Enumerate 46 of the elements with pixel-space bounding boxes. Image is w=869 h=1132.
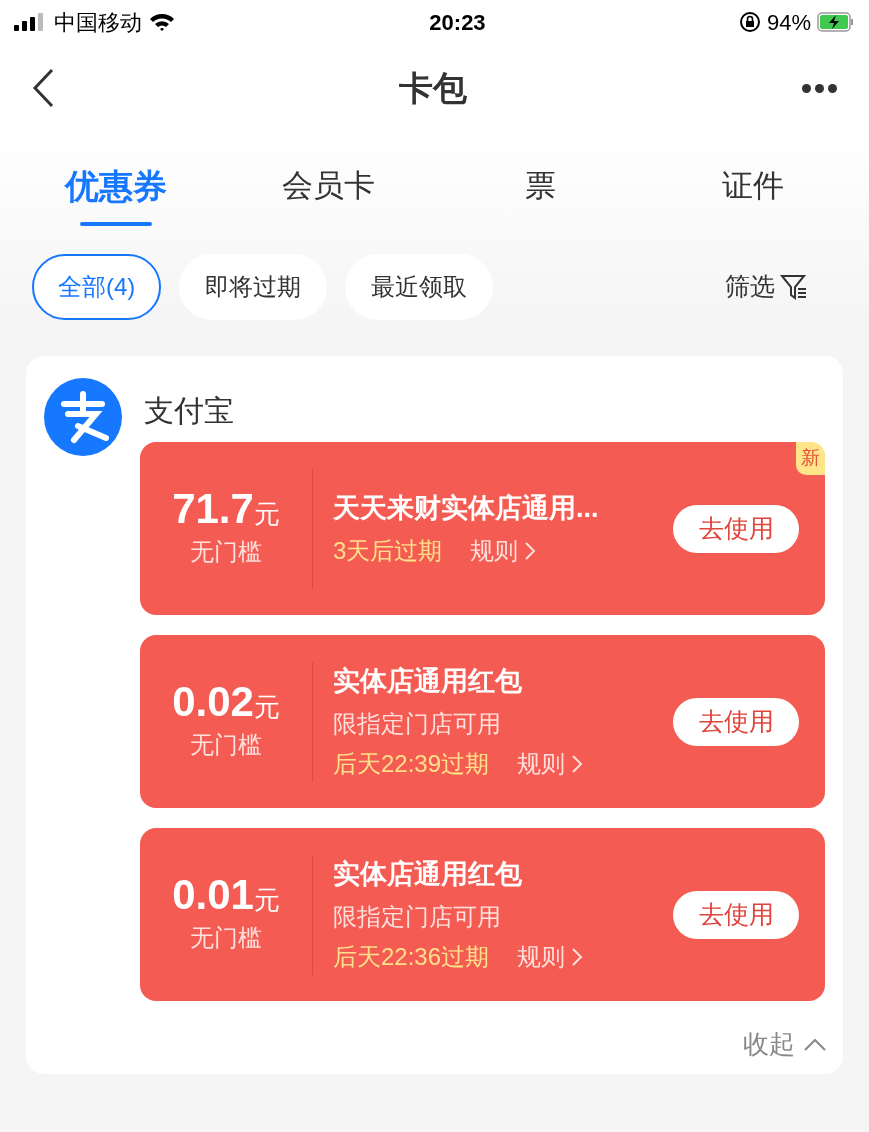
- clock-time: 20:23: [429, 8, 486, 37]
- coupon-threshold: 无门槛: [190, 536, 262, 567]
- amount-unit: 元: [253, 883, 280, 917]
- coupon-amount: 0.01: [172, 873, 254, 916]
- battery-percent: 94%: [766, 8, 811, 37]
- filter-chip[interactable]: 即将过期: [179, 254, 328, 320]
- filter-chip[interactable]: 最近领取: [345, 254, 494, 320]
- filter-button[interactable]: 筛选: [725, 268, 837, 306]
- coupon-title: 实体店通用红包: [333, 665, 523, 699]
- rules-link[interactable]: 规则: [517, 938, 584, 975]
- tab[interactable]: 优惠券: [10, 160, 223, 226]
- new-badge: 新: [796, 442, 825, 475]
- coupon-amount: 0.02: [172, 680, 254, 723]
- coupon-condition: 限指定门店可用: [333, 708, 502, 739]
- collapse-button[interactable]: 收起: [743, 1025, 827, 1064]
- chevron-up-icon: [803, 1037, 827, 1052]
- expiry-text: 后天22:39过期: [333, 748, 490, 779]
- use-button[interactable]: 去使用: [673, 697, 799, 746]
- coupon-amount: 71.7: [172, 487, 254, 530]
- chevron-right-icon: [524, 540, 537, 561]
- page-title: 卡包: [398, 67, 467, 109]
- filter-chip[interactable]: 全部(4): [32, 254, 162, 320]
- coupon-title: 实体店通用红包: [333, 858, 523, 892]
- filter-icon: [779, 272, 809, 302]
- tab[interactable]: 证件: [646, 160, 859, 226]
- expiry-text: 后天22:36过期: [333, 941, 490, 972]
- use-button[interactable]: 去使用: [673, 890, 799, 939]
- amount-unit: 元: [253, 497, 280, 531]
- coupon-threshold: 无门槛: [190, 729, 262, 760]
- carrier-name: 中国移动: [54, 8, 142, 37]
- expiry-text: 3天后过期: [333, 535, 443, 566]
- chevron-right-icon: [571, 753, 584, 774]
- chevron-right-icon: [571, 946, 584, 967]
- merchant-name: 支付宝: [144, 392, 234, 429]
- rules-link[interactable]: 规则: [470, 532, 537, 569]
- tab[interactable]: 会员卡: [222, 160, 435, 226]
- wifi-icon: [148, 12, 176, 32]
- rotation-lock-icon: [738, 11, 761, 33]
- coupon-threshold: 无门槛: [190, 922, 262, 953]
- use-button[interactable]: 去使用: [673, 504, 799, 553]
- battery-charging-icon: [817, 12, 855, 32]
- coupon-title: 天天来财实体店通用...: [333, 492, 600, 526]
- coupon-condition: 限指定门店可用: [333, 901, 502, 932]
- tab[interactable]: 票: [434, 160, 647, 226]
- rules-link[interactable]: 规则: [517, 745, 584, 782]
- amount-unit: 元: [253, 690, 280, 724]
